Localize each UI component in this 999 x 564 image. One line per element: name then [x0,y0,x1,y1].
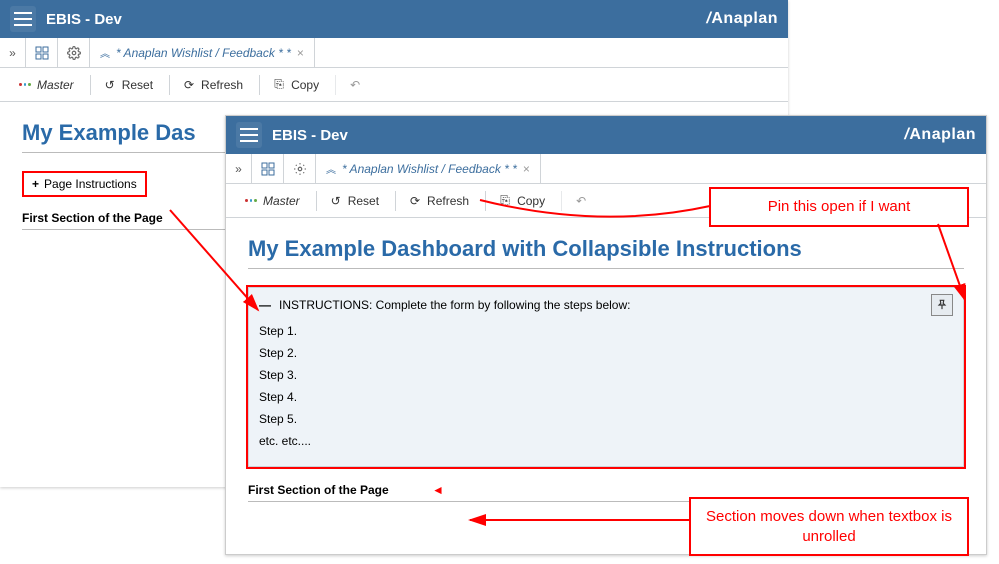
app-title: EBIS - Dev [272,127,348,144]
reset-button[interactable]: ↺ Reset [90,75,159,95]
app-title: EBIS - Dev [46,11,122,28]
instructions-panel: — INSTRUCTIONS: Complete the form by fol… [248,287,964,467]
tab-label: * Anaplan Wishlist / Feedback * * [116,46,291,60]
tabstrip: » ︽ * Anaplan Wishlist / Feedback * * × [226,154,986,184]
contents-icon[interactable] [252,154,284,183]
copy-icon: ⎘ [272,78,286,92]
titlebar: EBIS - Dev /Anaplan [0,0,788,38]
undo-icon: ↶ [574,194,588,208]
refresh-button[interactable]: ⟳ Refresh [169,75,249,95]
plus-icon: + [32,177,39,191]
instruction-step: Step 2. [259,346,953,360]
reset-icon: ↺ [329,194,343,208]
instruction-step: Step 1. [259,324,953,338]
refresh-button[interactable]: ⟳ Refresh [395,191,475,211]
copy-button[interactable]: ⎘ Copy [485,191,551,211]
tabstrip: » ︽ * Anaplan Wishlist / Feedback * * × [0,38,788,68]
menu-icon[interactable] [236,122,262,148]
callout-pin: Pin this open if I want [709,187,969,227]
tab-wishlist[interactable]: ︽ * Anaplan Wishlist / Feedback * * × [316,154,541,183]
window-expanded: EBIS - Dev /Anaplan » ︽ * Anaplan Wishli… [225,115,987,555]
master-button[interactable]: Master [12,75,80,95]
master-icon [18,78,32,92]
brand-logo: /Anaplan [706,10,778,28]
dash-title: My Example Dashboard with Collapsible In… [248,236,964,269]
pin-button[interactable] [931,294,953,316]
master-button[interactable]: Master [238,191,306,211]
instruction-step: Step 4. [259,390,953,404]
close-icon[interactable]: × [297,46,304,60]
reset-button[interactable]: ↺ Reset [316,191,385,211]
page-instructions-label: Page Instructions [44,177,137,191]
callout-section-moves: Section moves down when textbox is unrol… [689,497,969,556]
chevron-up-icon: ︽ [326,161,336,176]
minus-icon[interactable]: — [259,298,271,312]
instruction-step: Step 5. [259,412,953,426]
arrow-left-icon: ◄ [432,483,444,497]
gear-icon[interactable] [284,154,316,183]
instruction-step: Step 3. [259,368,953,382]
copy-button[interactable]: ⎘ Copy [259,75,325,95]
pin-icon [935,298,949,312]
refresh-icon: ⟳ [408,194,422,208]
instructions-title: INSTRUCTIONS: Complete the form by follo… [279,298,630,312]
gear-icon[interactable] [58,38,90,67]
collapse-sidebar-icon[interactable]: » [226,154,252,183]
undo-button[interactable]: ↶ [561,191,594,211]
contents-icon[interactable] [26,38,58,67]
brand-logo: /Anaplan [904,126,976,144]
menu-icon[interactable] [10,6,36,32]
undo-icon: ↶ [348,78,362,92]
page-instructions-collapsed[interactable]: + Page Instructions [22,171,147,197]
tab-label: * Anaplan Wishlist / Feedback * * [342,162,517,176]
dashboard-canvas: My Example Dashboard with Collapsible In… [226,218,986,514]
copy-icon: ⎘ [498,194,512,208]
undo-button[interactable]: ↶ [335,75,368,95]
toolbar: Master ↺ Reset ⟳ Refresh ⎘ Copy ↶ [0,68,788,102]
titlebar: EBIS - Dev /Anaplan [226,116,986,154]
tab-wishlist[interactable]: ︽ * Anaplan Wishlist / Feedback * * × [90,38,315,67]
master-icon [244,194,258,208]
chevron-up-icon: ︽ [100,45,110,60]
collapse-sidebar-icon[interactable]: » [0,38,26,67]
instruction-step: etc. etc.... [259,434,953,448]
close-icon[interactable]: × [523,162,530,176]
reset-icon: ↺ [103,78,117,92]
refresh-icon: ⟳ [182,78,196,92]
